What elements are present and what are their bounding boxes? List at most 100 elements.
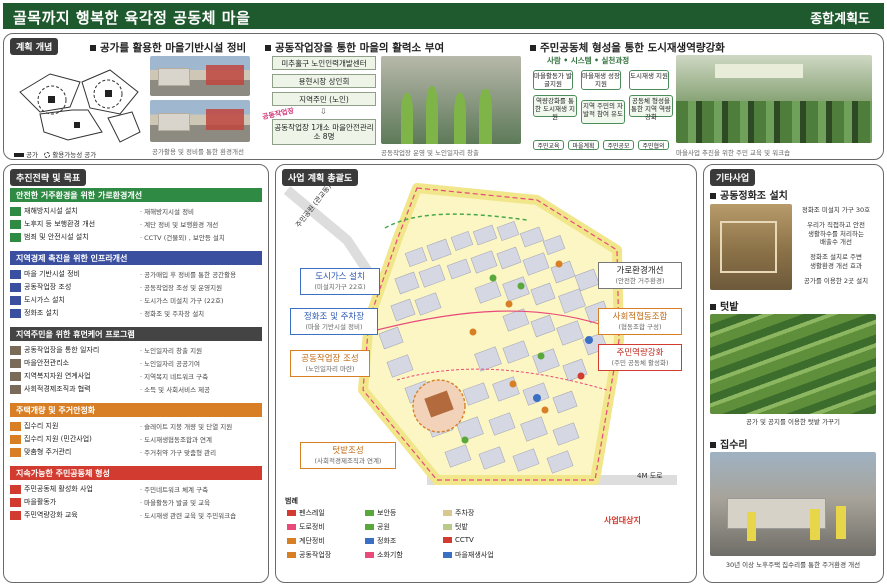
concept-head-1: 공가를 활용한 마을기반시설 정비 [90, 40, 246, 55]
strategy-row-marker [10, 434, 21, 444]
strategy-row: 집수리 지원 (민간사업) · 도시재생협동조합과 연계 [10, 434, 262, 445]
strategy-row-label: 정화조 설치 [24, 309, 59, 317]
cycle-box-support: 도시재생 지원 [629, 70, 669, 90]
strategy-row: 사회적경제조직과 협력 · 소득 및 사회서비스 제공 [10, 384, 262, 395]
callout-workshop: 공동작업장 조성 (노인일자리 마련) [290, 350, 370, 378]
other-head-garden: 텃밭 [710, 298, 738, 313]
other-head-repair: 집수리 [710, 436, 748, 451]
strategy-row-label: 마을안전관리소 [24, 359, 70, 367]
legend-label: 펜스레일 [299, 509, 325, 517]
cycle-box-participation: 지역 주민의 자발적 참여 유도 [581, 100, 625, 124]
legend-label: 정화조 [377, 537, 397, 545]
strategy-section-3: 지역주민을 위한 휴먼케어 프로그램 [10, 327, 262, 341]
strategy-row: 마을 기반시설 정비 · 공가매입 후 정비를 통한 공간활용 [10, 269, 262, 280]
minimap-legend-vacant: 공가 [26, 151, 39, 159]
legend-item: 공원 [365, 522, 390, 532]
flow-box-market: 용현시장 상인회 [272, 74, 376, 88]
page-subtitle: 종합계획도 [810, 12, 870, 27]
legend-item: 공동작업장 [287, 550, 331, 560]
strategy-row: 정화조 설치 · 정화조 및 주차장 설치 [10, 308, 262, 319]
strategy-row: 도시가스 설치 · 도시가스 미설치 가구 (22호) [10, 295, 262, 306]
legend-label: CCTV [455, 536, 474, 544]
strategy-row-desc: · 마을활동가 발굴 및 교육 [140, 499, 211, 507]
strategy-row: 주민공동체 활성화 사업 · 주민네트워크 체계 구축 [10, 484, 262, 495]
strategy-row: 주민역량강화 교육 · 도시재생 관련 교육 및 주민워크숍 [10, 510, 262, 521]
legend-swatch [287, 524, 296, 530]
legend-item: 펜스레일 [287, 508, 325, 518]
strategy-row-desc: · 주민네트워크 체계 구축 [140, 486, 209, 494]
legend-swatch [365, 552, 374, 558]
strategy-row: 공동작업장을 통한 일자리 · 노인일자리 창출 지원 [10, 345, 262, 356]
workshop-photo [381, 56, 521, 144]
legend-label: 계단정비 [299, 537, 325, 545]
cycle-box-community: 공동체 형성을 통한 지역 역량 강화 [629, 95, 673, 121]
strategy-row-label: 맞춤형 주거관리 [24, 448, 72, 456]
strategy-row-desc: · 공가매입 후 정비를 통한 공간활용 [140, 271, 237, 279]
legend-swatch [365, 538, 374, 544]
legend-label: 공원 [377, 523, 390, 531]
strategy-row: 집수리 지원 · 슬레이트 지붕 개량 및 단열 지원 [10, 421, 262, 432]
strategy-row-marker [10, 206, 21, 216]
workshop-caption: 공동작업장 운영 및 노인일자리 창출 [381, 149, 479, 157]
legend-swatch [443, 510, 452, 516]
cycle-box-activist: 마을활동가 발굴지원 [533, 70, 573, 90]
strategy-row-marker [10, 358, 21, 368]
strategy-row-marker [10, 371, 21, 381]
strategy-row-marker [10, 421, 21, 431]
strategy-row: 노후지 등 보행환경 개선 · 계단 정비 및 보행환경 개선 [10, 219, 262, 230]
strategy-row-desc: · 정화조 및 주차장 설치 [140, 310, 205, 318]
flow-box-residents: 지역주민 (노인) [272, 92, 376, 106]
legend-item: 보안등 [365, 508, 396, 518]
legend-item: CCTV [443, 536, 474, 544]
other-head-septic: 공동정화조 설치 [710, 187, 788, 202]
legend-label: 보안등 [377, 509, 397, 517]
callout-street: 가로환경개선 (안전한 거주환경) [598, 262, 682, 290]
strategy-row-marker [10, 295, 21, 305]
legend-label: 도로정비 [299, 523, 325, 531]
legend-swatch [287, 538, 296, 544]
strategy-row-marker [10, 345, 21, 355]
legend-title: 범례 [285, 497, 298, 505]
bottom-box-planning: 마을계획 [568, 140, 599, 150]
strategy-row-label: 집수리 지원 [24, 422, 59, 430]
other-tag: 기타사업 [710, 169, 756, 186]
cycle-box-capacity: 역량강화를 통한 도시재생 지원 [533, 95, 577, 121]
flow-arrow: ⇩ [320, 107, 327, 116]
repair-photo [710, 452, 876, 556]
strategy-row: 범죄 및 안전시설 설치 · CCTV (건물외) , 보안등 설치 [10, 232, 262, 243]
strategy-row-desc: · 재해방지시설 정비 [140, 208, 195, 216]
strategy-row-desc: · 슬레이트 지붕 개량 및 단열 지원 [140, 423, 233, 431]
strategy-row: 공동작업장 조성 · 공동작업장 조성 및 운영지원 [10, 282, 262, 293]
strategy-row-marker [10, 282, 21, 292]
page-header: 골목까지 행복한 육각정 공동체 마을 종합계획도 [3, 3, 884, 29]
legend-swatch [365, 510, 374, 516]
site-area-label: 사업대상지 [604, 516, 641, 525]
septic-photo [710, 204, 792, 290]
strategy-row-marker [10, 484, 21, 494]
minimap-legend-usable: 활용가능성 공가 [52, 151, 97, 159]
strategy-row: 맞춤형 주거관리 · 주거취약 가구 맞춤형 관리 [10, 447, 262, 458]
strategy-row-marker [10, 308, 21, 318]
repair-text: 30년 이상 노후주택 집수리를 통한 주거환경 개선 [725, 561, 861, 569]
strategy-row-label: 공동작업장을 통한 일자리 [24, 346, 100, 354]
callout-social: 사회적협동조합 (협동조합 구성) [598, 308, 682, 336]
septic-text: 정화조 미설치 가구 30호 우리가 직접하고 안전 생활하수를 처리하는 배출… [801, 206, 871, 285]
strategy-section-2: 지역경제 촉진을 위한 인프라개선 [10, 251, 262, 265]
legend-swatch [443, 552, 452, 558]
concept-head-3: 주민공동체 형성을 통한 도시재생역량강화 [530, 40, 725, 55]
strategy-row-label: 마을활동가 [24, 498, 57, 506]
strategy-row-marker [10, 510, 21, 520]
strategy-row-label: 사회적경제조직과 협력 [24, 385, 91, 393]
map-road-bottom: 4M 도로 [637, 472, 663, 480]
flow-box-workshop: 공동작업장 1개소 마을안전관리소 8명 [272, 119, 376, 145]
street-photo-before [150, 56, 250, 96]
strategy-row-desc: · 소득 및 사회서비스 제공 [140, 386, 211, 394]
street-caption: 공가활용 및 정비를 통한 환경개선 [152, 148, 244, 156]
strategy-row-label: 지역복지자원 연계사업 [24, 372, 91, 380]
page-title: 골목까지 행복한 육각정 공동체 마을 [13, 9, 251, 27]
legend-item: 마을재생사업 [443, 550, 494, 560]
concept-head-2: 공동작업장을 통한 마을의 활력소 부여 [265, 40, 444, 55]
legend-label: 공동작업장 [299, 551, 332, 559]
legend-item: 소화기함 [365, 550, 403, 560]
strategy-row-marker [10, 447, 21, 457]
